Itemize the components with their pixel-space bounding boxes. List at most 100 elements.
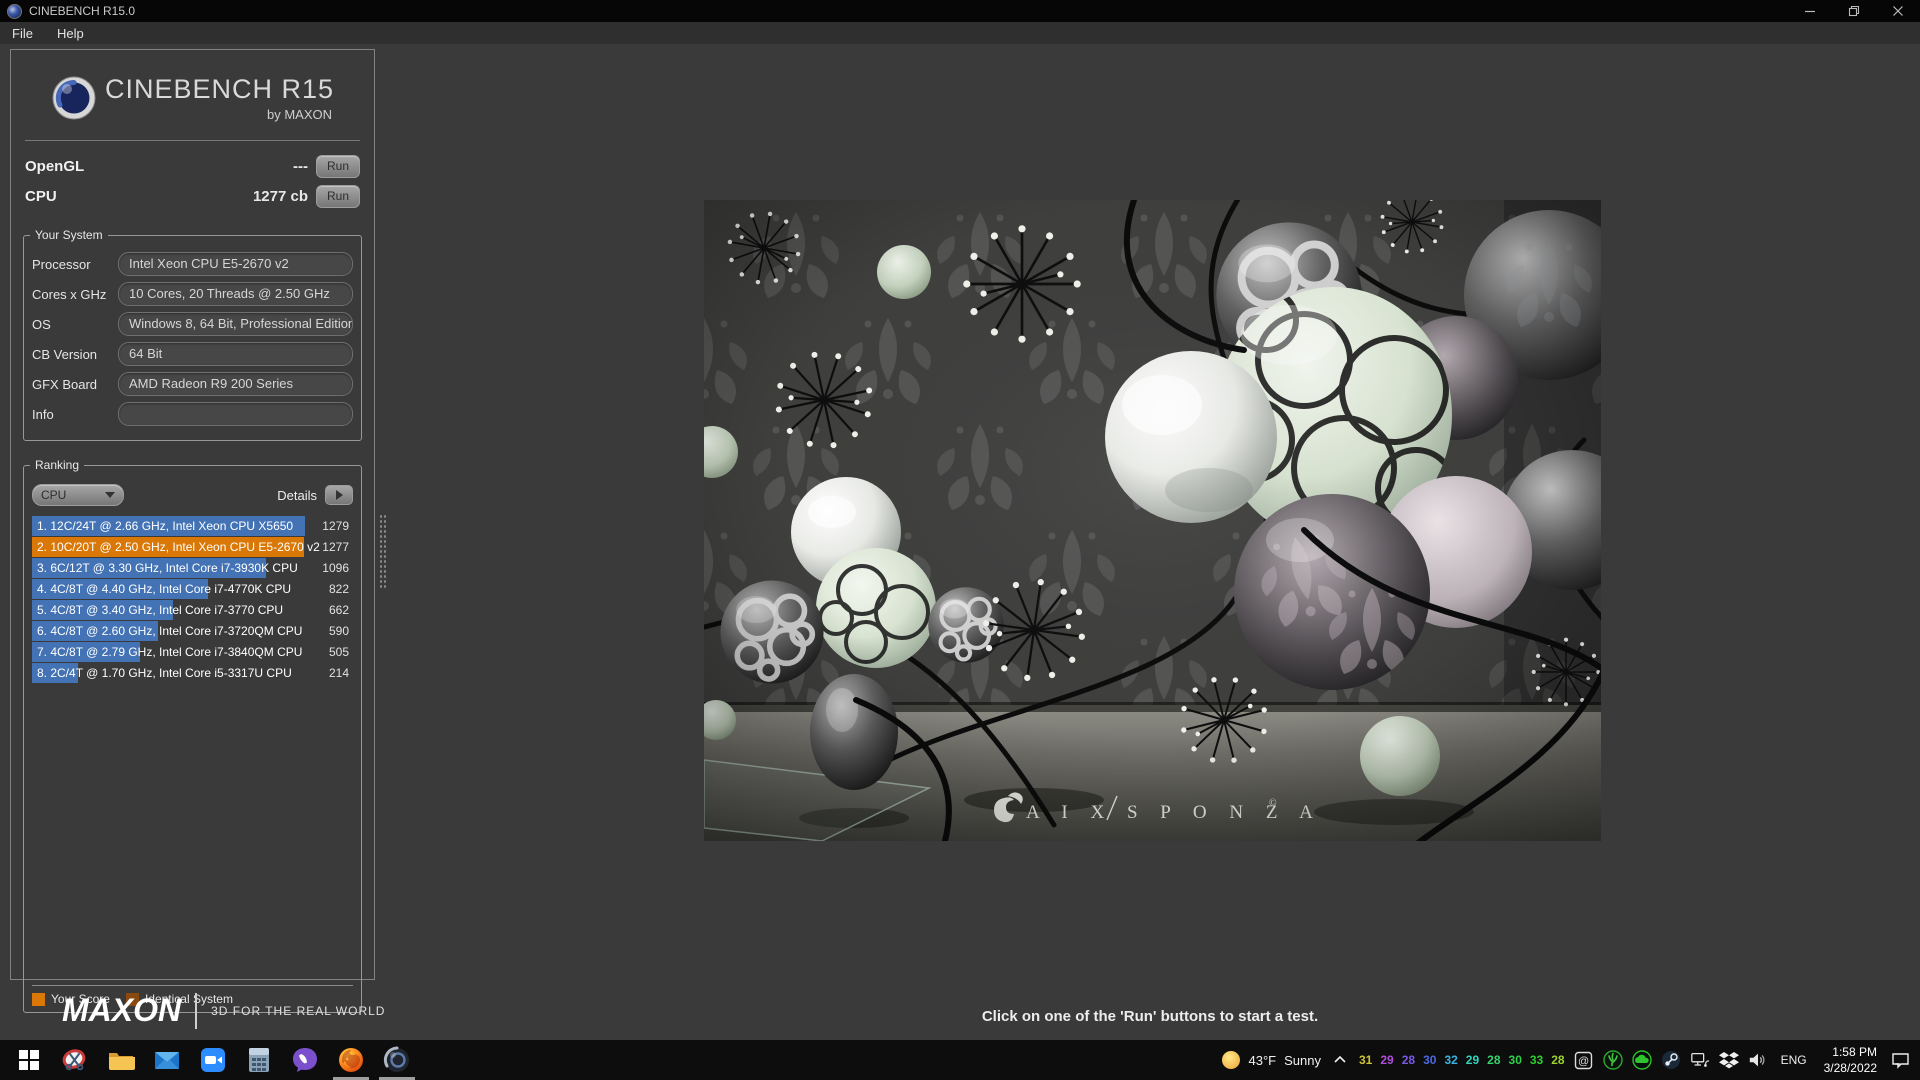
ranking-row[interactable]: 8. 2C/4T @ 1.70 GHz, Intel Core i5-3317U… — [32, 663, 353, 683]
core-temp-value: 28 — [1401, 1053, 1416, 1067]
file-explorer-icon[interactable] — [98, 1040, 144, 1080]
weather-widget[interactable]: 43°F Sunny — [1221, 1050, 1321, 1070]
cinebench-side-panel: CINEBENCH R15 by MAXON OpenGL --- Run CP… — [10, 49, 375, 1013]
core-temp-value: 31 — [1359, 1053, 1373, 1067]
ranking-legend: Ranking — [30, 458, 85, 472]
menu-item-file[interactable]: File — [0, 22, 45, 44]
spiral-tray-icon[interactable]: @ — [1574, 1050, 1594, 1070]
cinema4d-logo-icon — [52, 76, 96, 120]
volume-tray-icon[interactable] — [1748, 1050, 1768, 1070]
ranking-row[interactable]: 4. 4C/8T @ 4.40 GHz, Intel Core i7-4770K… — [32, 579, 353, 599]
your-system-legend: Your System — [30, 228, 108, 242]
razer-tray-icon[interactable] — [1602, 1050, 1623, 1070]
action-center-icon[interactable] — [1890, 1050, 1910, 1070]
cinebench-app-icon — [7, 3, 22, 19]
minimize-button[interactable] — [1788, 0, 1832, 22]
panel-splitter-handle[interactable] — [379, 514, 388, 588]
network-tray-icon[interactable] — [1690, 1050, 1710, 1070]
system-row: OS Windows 8, 64 Bit, Professional Editi… — [32, 312, 353, 336]
system-field-value[interactable]: 10 Cores, 20 Threads @ 2.50 GHz — [118, 282, 353, 306]
maxon-logo: MAXON — [62, 992, 182, 1028]
ranking-row[interactable]: 5. 4C/8T @ 3.40 GHz, Intel Core i7-3770 … — [32, 600, 353, 620]
system-field-label: Info — [32, 406, 54, 422]
system-field-value[interactable]: Windows 8, 64 Bit, Professional Edition … — [118, 312, 353, 336]
run-button[interactable]: Run — [316, 154, 360, 178]
taskbar: 43°F Sunny 31 29 28 30 32 29 28 30 33 28 @ — [0, 1040, 1920, 1080]
system-field-value[interactable] — [118, 402, 353, 426]
window-title: CINEBENCH R15.0 — [29, 4, 136, 18]
render-preview: A I X S P O N Z A © — [704, 200, 1601, 841]
core-temp-value: 30 — [1423, 1053, 1437, 1067]
restore-button[interactable] — [1832, 0, 1876, 22]
hidden-icons-chevron[interactable] — [1330, 1050, 1350, 1070]
system-field-value[interactable]: 64 Bit — [118, 342, 353, 366]
core-temp-value: 29 — [1465, 1053, 1480, 1067]
ranking-score: 662 — [328, 603, 349, 617]
close-button[interactable] — [1876, 0, 1920, 22]
clock[interactable]: 1:58 PM 3/28/2022 — [1820, 1044, 1881, 1076]
window-titlebar[interactable]: CINEBENCH R15.0 — [0, 0, 1920, 22]
ranking-score: 505 — [328, 645, 349, 659]
details-expand-button[interactable] — [325, 485, 353, 505]
core-temp-value: 29 — [1380, 1053, 1394, 1067]
menubar: File Help — [0, 22, 1920, 44]
system-row: Processor Intel Xeon CPU E5-2670 v2 — [32, 252, 353, 276]
ranking-row[interactable]: 1. 12C/24T @ 2.66 GHz, Intel Xeon CPU X5… — [32, 516, 353, 536]
divider — [25, 140, 360, 141]
system-field-value[interactable]: Intel Xeon CPU E5-2670 v2 — [118, 252, 353, 276]
hint-text: Click on one of the 'Run' buttons to sta… — [981, 1008, 1319, 1025]
weather-condition: Sunny — [1284, 1052, 1321, 1068]
ranking-score: 1096 — [322, 561, 349, 575]
core-temp-value: 32 — [1444, 1053, 1458, 1067]
benchmark-row: OpenGL --- Run — [23, 151, 362, 181]
ranking-label: 1. 12C/24T @ 2.66 GHz, Intel Xeon CPU X5… — [37, 519, 294, 533]
core-temp-tray-numbers[interactable]: 31 29 28 30 32 29 28 30 33 28 — [1359, 1053, 1565, 1067]
ranking-score: 1279 — [322, 519, 349, 533]
benchmark-label: CPU — [25, 187, 57, 205]
ranking-row[interactable]: 7. 4C/8T @ 2.79 GHz, Intel Core i7-3840Q… — [32, 642, 353, 662]
steam-tray-icon[interactable] — [1661, 1050, 1681, 1070]
snipping-tool-icon[interactable] — [52, 1040, 98, 1080]
weather-temp: 43°F — [1248, 1052, 1277, 1068]
desktop: CINEBENCH R15.0 File Help CINEBENCH R15 … — [0, 0, 1920, 1080]
ranking-label: 7. 4C/8T @ 2.79 GHz, Intel Core i7-3840Q… — [37, 645, 303, 659]
dropbox-tray-icon[interactable] — [1718, 1050, 1739, 1070]
clock-date: 3/28/2022 — [1823, 1061, 1877, 1075]
mail-icon[interactable] — [144, 1040, 190, 1080]
core-temp-value: 28 — [1551, 1053, 1565, 1067]
benchmark-value: --- — [293, 157, 308, 175]
ranking-row[interactable]: 3. 6C/12T @ 3.30 GHz, Intel Core i7-3930… — [32, 558, 353, 578]
zoom-icon[interactable] — [190, 1040, 236, 1080]
chevron-down-icon — [105, 492, 115, 498]
ranking-row[interactable]: 6. 4C/8T @ 2.60 GHz, Intel Core i7-3720Q… — [32, 621, 353, 641]
system-field-label: GFX Board — [32, 376, 98, 392]
viber-icon[interactable] — [282, 1040, 328, 1080]
clock-time: 1:58 PM — [1832, 1044, 1877, 1059]
core-temp-value: 30 — [1508, 1053, 1522, 1067]
ranking-label: 2. 10C/20T @ 2.50 GHz, Intel Xeon CPU E5… — [37, 540, 320, 554]
divider — [195, 992, 198, 1029]
system-field-label: Processor — [32, 256, 91, 272]
system-field-label: CB Version — [32, 346, 98, 362]
ranking-label: 5. 4C/8T @ 3.40 GHz, Intel Core i7-3770 … — [37, 603, 284, 617]
details-label: Details — [277, 487, 317, 503]
green-cloud-tray-icon[interactable] — [1631, 1050, 1652, 1070]
ranking-groupbox: Ranking CPU Details 1. 12C/24T @ 2.66 GH… — [23, 458, 362, 1013]
arrow-right-icon — [335, 490, 343, 500]
firefox-icon[interactable] — [328, 1040, 374, 1080]
run-button[interactable]: Run — [316, 184, 360, 208]
ranking-row[interactable]: 2. 10C/20T @ 2.50 GHz, Intel Xeon CPU E5… — [32, 537, 353, 557]
app-title: CINEBENCH R15 — [104, 74, 335, 104]
menu-item-help[interactable]: Help — [45, 22, 96, 44]
system-field-label: Cores x GHz — [32, 286, 107, 302]
ranking-filter-dropdown[interactable]: CPU — [32, 484, 124, 506]
cinema4d-icon[interactable] — [374, 1040, 420, 1080]
language-indicator[interactable]: ENG — [1777, 1053, 1811, 1067]
start-button[interactable] — [6, 1040, 52, 1080]
system-field-value[interactable]: AMD Radeon R9 200 Series — [118, 372, 353, 396]
calculator-icon[interactable] — [236, 1040, 282, 1080]
sun-icon — [1221, 1051, 1240, 1069]
ranking-score: 214 — [328, 666, 349, 680]
system-field-label: OS — [32, 316, 51, 332]
system-row: CB Version 64 Bit — [32, 342, 353, 366]
